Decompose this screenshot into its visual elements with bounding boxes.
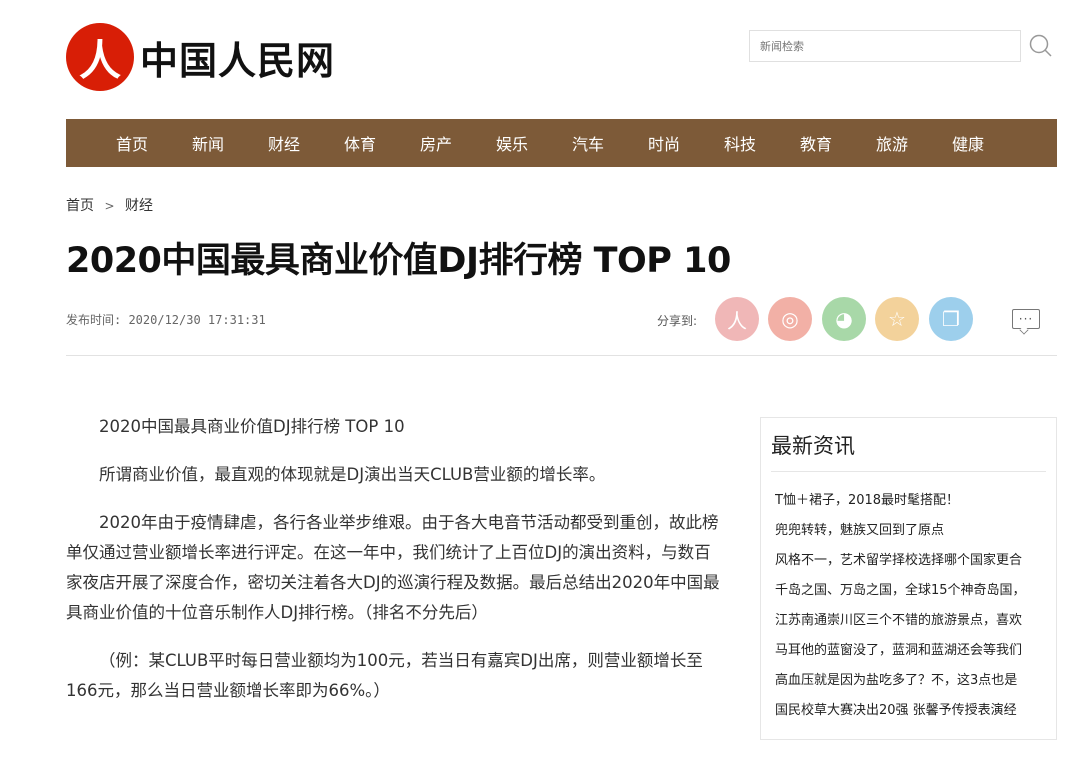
nav-item-home[interactable]: 首页: [116, 131, 192, 155]
article-body: 2020中国最具商业价值DJ排行榜 TOP 10 所谓商业价值，最直观的体现就是…: [66, 412, 726, 724]
nav-item-entertainment[interactable]: 娱乐: [496, 131, 572, 155]
news-item[interactable]: 江苏南通崇川区三个不错的旅游景点，喜欢: [775, 606, 1046, 636]
weibo-share-icon[interactable]: ◎: [768, 297, 812, 341]
article-paragraph: 2020中国最具商业价值DJ排行榜 TOP 10: [99, 417, 405, 436]
site-logo[interactable]: 人 中国人民网: [66, 22, 335, 92]
search-icon[interactable]: [1028, 33, 1054, 59]
wechat-share-icon[interactable]: ◕: [822, 297, 866, 341]
news-item[interactable]: T恤＋裙子，2018最时髦搭配！: [775, 486, 1046, 516]
sidebar-title: 最新资讯: [771, 430, 1046, 472]
breadcrumb-separator: >: [104, 199, 115, 213]
comment-icon[interactable]: ···: [1012, 309, 1040, 329]
logo-text: 中国人民网: [140, 37, 336, 83]
nav-item-sports[interactable]: 体育: [344, 131, 420, 155]
copy-share-icon[interactable]: ❐: [929, 297, 973, 341]
renmin-share-icon[interactable]: 人: [715, 297, 759, 341]
header-divider: [66, 355, 1057, 356]
article-paragraph: （例：某CLUB平时每日营业额均为100元，若当日有嘉宾DJ出席，则营业额增长至…: [66, 651, 703, 700]
nav-item-finance[interactable]: 财经: [268, 131, 344, 155]
nav-item-tech[interactable]: 科技: [724, 131, 800, 155]
nav-item-news[interactable]: 新闻: [192, 131, 268, 155]
nav-item-auto[interactable]: 汽车: [572, 131, 648, 155]
news-item[interactable]: 千岛之国、万岛之国，全球15个神奇岛国，: [775, 576, 1046, 606]
page-title: 2020中国最具商业价值DJ排行榜 TOP 10: [66, 241, 731, 281]
news-item[interactable]: 兜兜转转，魅族又回到了原点: [775, 516, 1046, 546]
news-item[interactable]: 风格不一，艺术留学择校选择哪个国家更合: [775, 546, 1046, 576]
nav-item-property[interactable]: 房产: [420, 131, 496, 155]
nav-item-travel[interactable]: 旅游: [876, 131, 952, 155]
logo-mark-icon: 人: [66, 23, 134, 91]
share-label: 分享到:: [657, 314, 698, 328]
latest-news-panel: 最新资讯 T恤＋裙子，2018最时髦搭配！ 兜兜转转，魅族又回到了原点 风格不一…: [760, 417, 1057, 740]
main-nav: 首页 新闻 财经 体育 房产 娱乐 汽车 时尚 科技 教育 旅游 健康: [66, 119, 1057, 167]
nav-item-education[interactable]: 教育: [800, 131, 876, 155]
breadcrumb-current[interactable]: 财经: [125, 198, 153, 214]
article-paragraph: 2020年由于疫情肆虐，各行各业举步维艰。由于各大电音节活动都受到重创，故此榜单…: [66, 513, 720, 622]
latest-news-list: T恤＋裙子，2018最时髦搭配！ 兜兜转转，魅族又回到了原点 风格不一，艺术留学…: [771, 486, 1046, 726]
breadcrumb-home[interactable]: 首页: [66, 198, 94, 214]
nav-item-health[interactable]: 健康: [952, 131, 1028, 155]
nav-item-fashion[interactable]: 时尚: [648, 131, 724, 155]
search-input[interactable]: [749, 30, 1021, 62]
favorite-share-icon[interactable]: ☆: [875, 297, 919, 341]
article-paragraph: 所谓商业价值，最直观的体现就是DJ演出当天CLUB营业额的增长率。: [99, 465, 606, 484]
news-item[interactable]: 马耳他的蓝窗没了，蓝洞和蓝湖还会等我们: [775, 636, 1046, 666]
news-item[interactable]: 高血压就是因为盐吃多了？不，这3点也是: [775, 666, 1046, 696]
news-item[interactable]: 国民校草大赛决出20强 张馨予传授表演经: [775, 696, 1046, 726]
breadcrumb: 首页 > 财经: [66, 195, 153, 215]
publish-time: 发布时间: 2020/12/30 17:31:31: [66, 313, 266, 327]
